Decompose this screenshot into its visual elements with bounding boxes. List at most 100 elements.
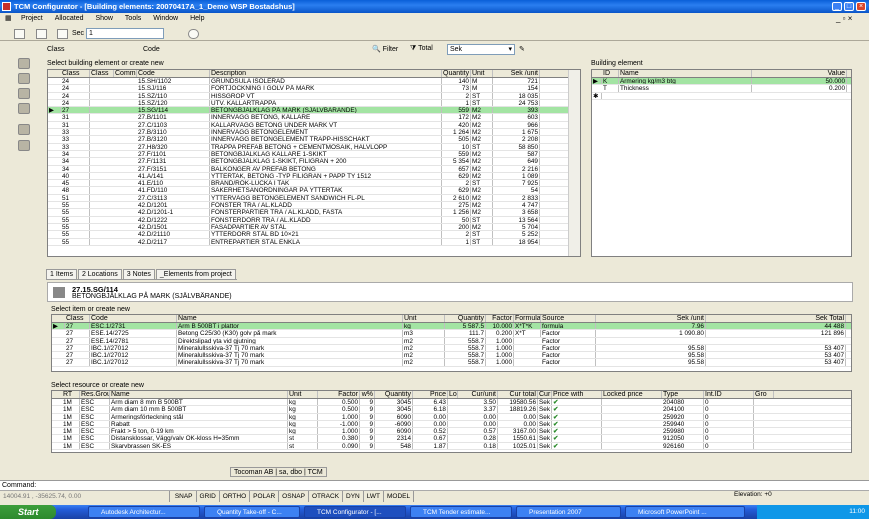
start-button[interactable]: Start (0, 505, 56, 519)
res-col-w-pct[interactable]: w% (360, 391, 375, 398)
res-col-lo[interactable]: Lo (448, 391, 458, 398)
building-row[interactable]: 34 27.F/1131 BETONGBJÄLKLAG 1-SKIKT, FILIG… (48, 158, 580, 166)
res-col-cur-total[interactable]: Cur total (498, 391, 538, 398)
res-col-factor[interactable]: Factor (318, 391, 360, 398)
building-row[interactable]: 45 41.E/110 BRAND/RÖK-LUCKA I TAK 2 ST 7 925 (48, 180, 580, 188)
items-col-sek-unit[interactable]: Sek /unit (596, 315, 706, 322)
command-line[interactable]: Command: (0, 480, 869, 490)
task-tcm-configurator[interactable]: TCM Configurator - [... (304, 506, 406, 518)
res-col-type[interactable]: Type (662, 391, 704, 398)
col-code[interactable]: Code (137, 70, 210, 77)
col-class2[interactable]: Class (90, 70, 114, 77)
user-icon[interactable] (18, 88, 30, 99)
osnap-toggle[interactable]: OSNAP (279, 491, 309, 502)
be-value[interactable]: 50.000 (752, 78, 847, 85)
item-row[interactable]: 27 ESE.14/2781 Direktslipad yta vid gjutni… (52, 337, 851, 345)
building-row[interactable]: 55 42.D/21110 YTTERDÖRR STÅL BD 10×21 2 ST 5 … (48, 231, 580, 239)
res-col-gro[interactable]: Gro (754, 391, 774, 398)
items-col-formula[interactable]: Formula (514, 315, 541, 322)
task-tcm-tender[interactable]: TCM Tender estimate... (410, 506, 512, 518)
task-presentation[interactable]: Presentation 2007 (516, 506, 621, 518)
be-col-name[interactable]: Name (619, 70, 752, 77)
col-quantity[interactable]: Quantity (442, 70, 471, 77)
grid-icon[interactable] (18, 73, 30, 84)
be-col-id[interactable]: ID (602, 70, 619, 77)
check-icon[interactable] (57, 29, 68, 39)
sec-field[interactable]: 1 (86, 28, 164, 39)
building-row[interactable]: 24 15.SZ/110 HISSGROP VT 2 ST 18 035 (48, 92, 580, 100)
resource-row[interactable]: 1M ESC Skarvbrassen SK-ES st 0.090 9 548 1.87 0.… (52, 442, 851, 451)
building-row[interactable]: 55 42.D/2117 ENTREPARTIER STÅL ENKLA 1 ST 18 … (48, 238, 580, 246)
building-row[interactable]: 55 42.D/1201 FÖNSTER TRÄ / AL.KLÄDD 275 M2 4 … (48, 202, 580, 210)
res-col-cur-unit[interactable]: Cur/unit (458, 391, 498, 398)
col-sek-unit[interactable]: Sek /unit (493, 70, 540, 77)
lwt-toggle[interactable]: LWT (364, 491, 385, 502)
building-row[interactable]: 31 27.B/1101 INNERVÄGG BETONG, KÄLLARE 172 M… (48, 114, 580, 122)
total-button[interactable]: ⧩ Total (410, 45, 433, 53)
price-with-check-icon[interactable]: ✔ (552, 435, 602, 442)
building-row[interactable]: 48 41.FD/110 SÄKERHETSANORDNINGAR PÅ YTTER… (48, 187, 580, 195)
col-unit[interactable]: Unit (471, 70, 493, 77)
building-row[interactable]: 55 42.D/1201-1 FÖNSTERPARTIER TRÄ / AL.KLÄ… (48, 209, 580, 217)
print-icon[interactable] (18, 103, 30, 114)
maximize-button[interactable]: □ (844, 2, 854, 11)
items-col-class[interactable]: Class (65, 315, 90, 322)
new-icon[interactable] (14, 29, 25, 39)
col-comm[interactable]: Comm (114, 70, 137, 77)
eraser-icon[interactable] (18, 140, 30, 151)
items-col-code[interactable]: Code (90, 315, 177, 322)
be-new-row[interactable]: ✱ (592, 92, 851, 100)
items-col-unit[interactable]: Unit (403, 315, 445, 322)
resource-row[interactable]: 1M ESC Distansklossar, Vägg/valv OK-kloss … (52, 435, 851, 443)
snap-toggle[interactable]: SNAP (172, 491, 197, 502)
item-row[interactable]: 27 IBC.1//27012 Mineralullsskiva-37 Tj 70 … (52, 359, 851, 367)
be-row[interactable]: T Thickness 0.200 (592, 85, 851, 93)
price-with-check-icon[interactable]: ✔ (552, 399, 602, 406)
otrack-toggle[interactable]: OTRACK (309, 491, 344, 502)
res-col-rt[interactable]: RT (62, 391, 80, 398)
items-col-factor[interactable]: Factor (486, 315, 514, 322)
unit-select[interactable]: Sek ▾ (447, 44, 515, 55)
polar-toggle[interactable]: POLAR (250, 491, 280, 502)
building-row[interactable]: 40 41.A/141 YTTERTAK, BETONG -TYP FILIGRAN… (48, 172, 580, 181)
task-autodesk[interactable]: Autodesk Architectur... (88, 506, 200, 518)
task-quantity-takeoff[interactable]: Quantity Take-off - C... (204, 506, 300, 518)
task-powerpoint[interactable]: Microsoft PowerPoint ... (625, 506, 745, 518)
class-filter-field[interactable] (70, 44, 140, 55)
tab-notes[interactable]: 3 Notes (122, 269, 155, 279)
price-with-check-icon[interactable]: ✔ (552, 420, 602, 428)
filter-button[interactable]: 🔍 Filter (372, 45, 398, 53)
resource-row[interactable]: 1M ESC Arm diam 10 mm B 500BT kg 0.500 9 3045 6… (52, 406, 851, 414)
building-row[interactable]: 24 15.SH/1102 GRUNDSULA ISOLERAD 140 M 721 (48, 78, 580, 86)
building-row[interactable]: 34 27.F/1101 BETONGBJÄLKLAG KÄLLARE 1-SKIK… (48, 150, 580, 159)
res-col-price[interactable]: Price (413, 391, 448, 398)
menu-show[interactable]: Show (90, 13, 118, 25)
items-col-sek-total[interactable]: Sek Total (706, 315, 846, 322)
menu-help[interactable]: Help (185, 13, 209, 25)
close-button[interactable]: × (856, 2, 866, 11)
res-col-name[interactable]: Name (110, 391, 288, 398)
project-icon[interactable] (18, 58, 30, 69)
building-row[interactable]: 51 27.C/3113 YTTERVÄGG BETONGELEMENT SANDW… (48, 194, 580, 203)
open-icon[interactable] (36, 29, 47, 39)
item-row[interactable]: ▶ 27 ESC.1/2731 Arm B 500BT i plattor kg 5 58… (52, 323, 851, 331)
building-row[interactable]: 55 42.D/1222 FÖNSTERDÖRR TRÄ / AL.KLÄDD 50 S… (48, 216, 580, 224)
res-col-int-id[interactable]: Int.ID (704, 391, 754, 398)
item-row[interactable]: 27 ESE.14/2725 Betong C25/30 (K30) golv på… (52, 330, 851, 338)
report-icon[interactable] (18, 124, 30, 135)
menu-window[interactable]: Window (148, 13, 183, 25)
res-col-unit[interactable]: Unit (288, 391, 318, 398)
res-col-locked-price[interactable]: Locked price (602, 391, 662, 398)
building-row[interactable]: 33 27.B/3120 INNERVÄGG BETONGELEMENT TRAPP… (48, 136, 580, 144)
resource-row[interactable]: 1M ESC Rabatt kg -1.000 9 -6090 0.00 0.00 0.00 Sek… (52, 420, 851, 429)
building-row[interactable]: 55 42.D/1501 FASADPARTIER AV STÅL 200 M2 5 70… (48, 223, 580, 232)
mdi-controls[interactable]: _ ▫ × (836, 14, 852, 23)
price-with-check-icon[interactable]: ✔ (552, 413, 602, 420)
resource-row[interactable]: 1M ESC Frakt > 5 ton, 0-19 km kg 1.000 9 6090 0… (52, 428, 851, 436)
res-col-res-group[interactable]: Res.Group (80, 391, 110, 398)
price-with-check-icon[interactable]: ✔ (552, 428, 602, 435)
ortho-toggle[interactable]: ORTHO (220, 491, 251, 502)
resource-row[interactable]: 1M ESC Armeringsförteckning stål kg 1.000 9 60… (52, 413, 851, 421)
pin-icon[interactable]: ✎ (519, 45, 525, 53)
minimize-button[interactable]: _ (832, 2, 842, 11)
